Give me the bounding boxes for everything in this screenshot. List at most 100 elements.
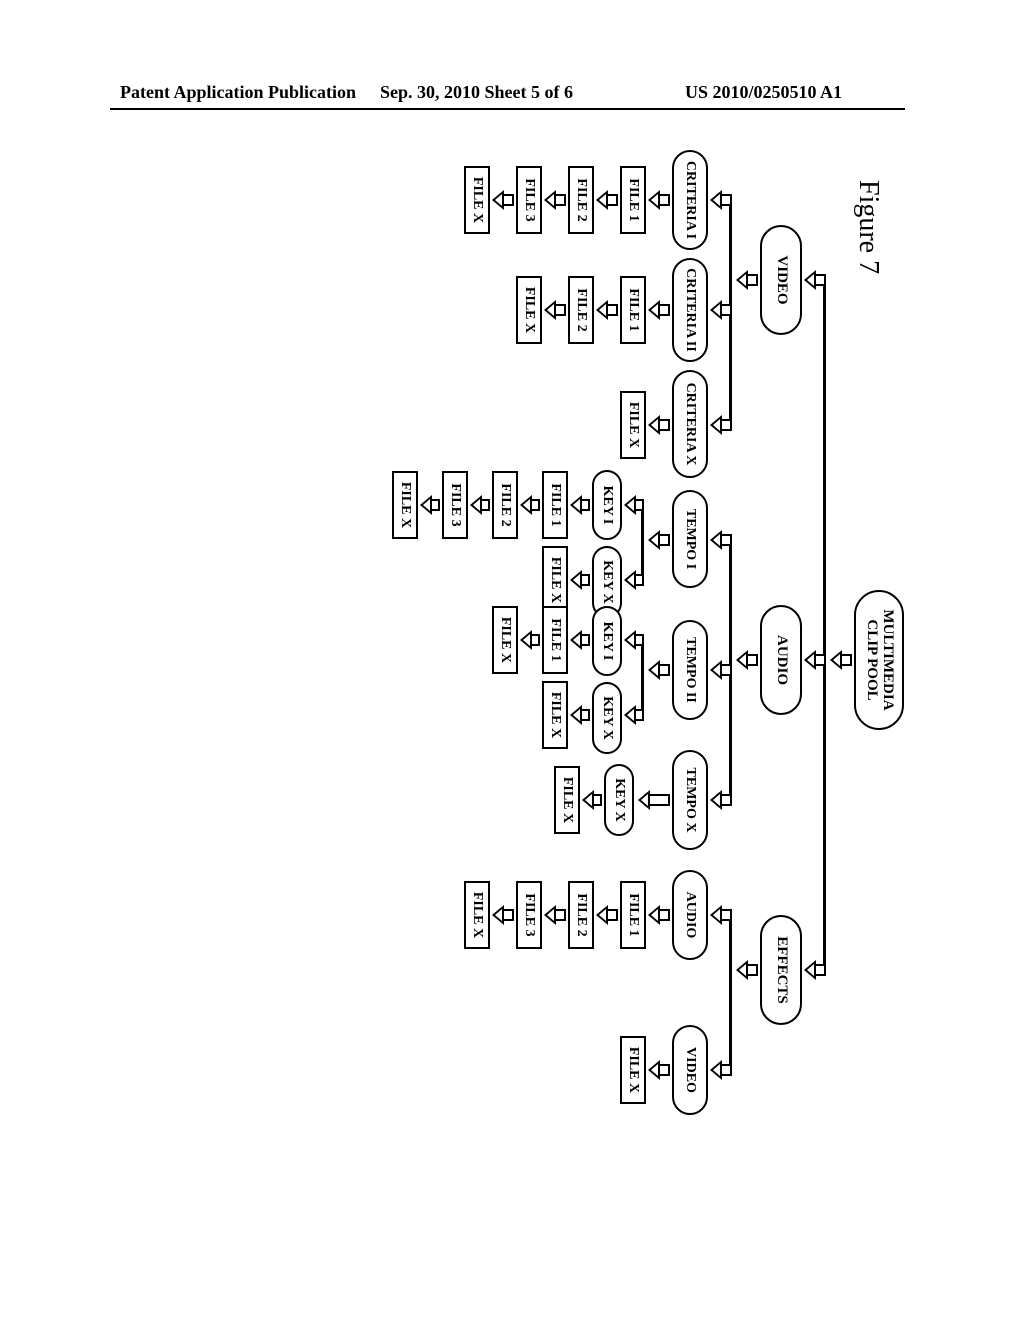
node-criteria-x: CRITERIA X <box>672 370 708 478</box>
text-file: FILE 3 <box>447 483 463 526</box>
arrow-icon <box>544 193 566 207</box>
arrow-icon <box>420 498 440 512</box>
file-box: FILE X <box>516 276 542 344</box>
text-file: FILE 1 <box>547 483 563 526</box>
arrow-icon <box>830 653 852 667</box>
node-criteria-2: CRITERIA II <box>672 258 708 362</box>
figure-title: Figure 7 <box>852 180 884 274</box>
text-file: FILE 1 <box>547 618 563 661</box>
arrow-icon <box>710 1063 732 1077</box>
bus-line <box>641 505 644 580</box>
arrow-icon <box>710 193 732 207</box>
arrow-icon <box>570 633 590 647</box>
text-tempo-x: TEMPO X <box>683 752 698 848</box>
text-file: FILE X <box>547 557 563 603</box>
node-effects-audio: AUDIO <box>672 870 708 960</box>
text-file: FILE 3 <box>521 178 537 221</box>
node-criteria-1: CRITERIA I <box>672 150 708 250</box>
text-key-1: KEY I <box>600 472 615 538</box>
text-file: FILE X <box>469 177 485 223</box>
arrow-icon <box>596 303 618 317</box>
file-box: FILE X <box>542 681 568 749</box>
arrow-icon <box>710 533 732 547</box>
text-file: FILE X <box>469 892 485 938</box>
text-file: FILE 3 <box>521 893 537 936</box>
text-file: FILE 1 <box>625 178 641 221</box>
arrow-icon <box>736 653 758 667</box>
text-file: FILE 2 <box>573 288 589 331</box>
arrow-icon <box>710 663 732 677</box>
text-file: FILE 1 <box>625 893 641 936</box>
node-video: VIDEO <box>760 225 802 335</box>
node-key-x: KEY X <box>604 764 634 836</box>
arrow-icon <box>570 708 590 722</box>
text-file: FILE X <box>559 777 575 823</box>
diagram-container: Figure 7 MULTIMEDIA CLIP POOL VIDEO AUDI… <box>0 160 914 964</box>
text-file: FILE 1 <box>625 288 641 331</box>
file-box: FILE 3 <box>516 166 542 234</box>
arrow-icon <box>544 908 566 922</box>
node-key-1: KEY I <box>592 470 622 540</box>
file-box: FILE X <box>620 1036 646 1104</box>
arrow-icon <box>710 418 732 432</box>
arrow-icon <box>648 533 670 547</box>
text-effects: EFFECTS <box>773 917 789 1023</box>
text-file: FILE X <box>521 287 537 333</box>
file-box: FILE 2 <box>568 276 594 344</box>
arrow-icon <box>648 193 670 207</box>
arrow-icon <box>648 908 670 922</box>
node-effects-video: VIDEO <box>672 1025 708 1115</box>
arrow-icon <box>470 498 490 512</box>
file-box: FILE X <box>464 881 490 949</box>
node-root: MULTIMEDIA CLIP POOL <box>854 590 904 730</box>
arrow-icon <box>492 908 514 922</box>
arrow-icon <box>648 303 670 317</box>
file-box: FILE X <box>542 546 568 614</box>
file-box: FILE 1 <box>542 606 568 674</box>
text-key-x: KEY X <box>612 766 627 834</box>
file-box: FILE 3 <box>516 881 542 949</box>
file-box: FILE X <box>492 606 518 674</box>
arrow-icon <box>624 708 644 722</box>
text-effects-audio: AUDIO <box>683 872 698 958</box>
node-tempo-1: TEMPO I <box>672 490 708 588</box>
text-criteria-1: CRITERIA I <box>683 152 698 248</box>
text-file: FILE 2 <box>497 483 513 526</box>
header-middle: Sep. 30, 2010 Sheet 5 of 6 <box>380 82 573 103</box>
text-root-l2: CLIP POOL <box>863 592 879 728</box>
arrow-icon <box>520 498 540 512</box>
arrow-icon <box>624 633 644 647</box>
file-box: FILE X <box>554 766 580 834</box>
arrow-icon <box>596 908 618 922</box>
node-tempo-x: TEMPO X <box>672 750 708 850</box>
arrow-icon <box>582 793 602 807</box>
text-criteria-2: CRITERIA II <box>683 260 698 360</box>
text-file: FILE 2 <box>573 893 589 936</box>
file-box: FILE X <box>392 471 418 539</box>
file-box: FILE X <box>620 391 646 459</box>
file-box: FILE 2 <box>568 166 594 234</box>
arrow-icon <box>804 273 826 287</box>
node-tempo-2: TEMPO II <box>672 620 708 720</box>
text-key-1: KEY I <box>600 608 615 674</box>
arrow-icon <box>710 793 732 807</box>
arrow-icon <box>648 418 670 432</box>
arrow-icon <box>804 963 826 977</box>
header-rule <box>110 108 905 110</box>
arrow-icon <box>596 193 618 207</box>
node-key-x: KEY X <box>592 682 622 754</box>
arrow-icon <box>804 653 826 667</box>
node-key-1: KEY I <box>592 606 622 676</box>
file-box: FILE 1 <box>620 881 646 949</box>
arrow-icon <box>492 193 514 207</box>
arrow-icon <box>624 573 644 587</box>
text-file: FILE 2 <box>573 178 589 221</box>
header-left: Patent Application Publication <box>120 82 356 103</box>
arrow-icon <box>638 793 670 807</box>
arrow-icon <box>710 908 732 922</box>
text-key-x: KEY X <box>600 684 615 752</box>
text-root-l1: MULTIMEDIA <box>879 592 895 728</box>
arrow-icon <box>710 303 732 317</box>
text-file: FILE X <box>547 692 563 738</box>
arrow-icon <box>570 573 590 587</box>
